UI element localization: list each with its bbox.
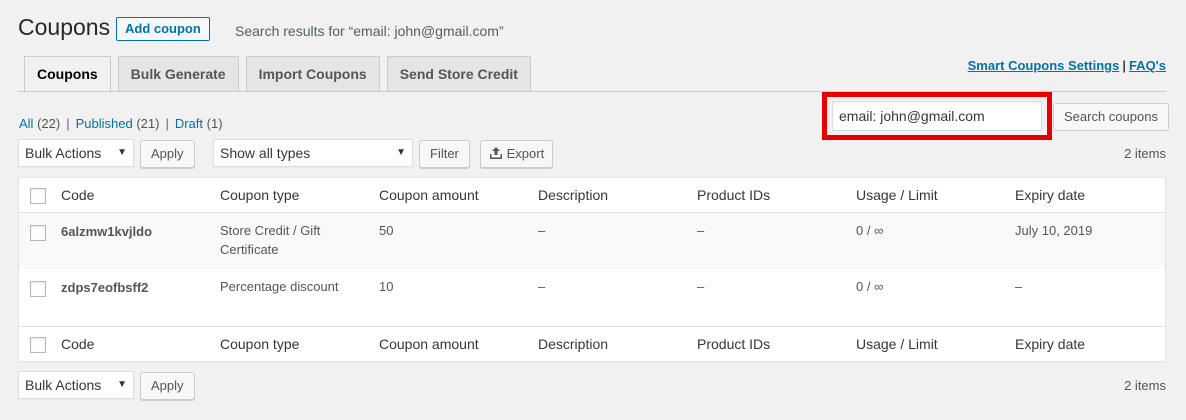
filter-separator: | bbox=[165, 116, 169, 131]
published-count: (21) bbox=[136, 116, 160, 131]
items-count-top: 2 items bbox=[1124, 146, 1166, 161]
coupon-type: Percentage discount bbox=[220, 277, 339, 296]
apply-button-bottom[interactable]: Apply bbox=[140, 372, 195, 400]
chevron-down-icon: ▼ bbox=[396, 147, 406, 158]
column-product-ids: Product IDs bbox=[697, 336, 771, 352]
product-ids: – bbox=[697, 279, 705, 294]
bulk-actions-value: Bulk Actions bbox=[25, 145, 102, 161]
items-count-bottom: 2 items bbox=[1124, 378, 1166, 393]
table-header-row: Code Coupon type Coupon amount Descripti… bbox=[19, 178, 1165, 213]
filter-button[interactable]: Filter bbox=[419, 140, 470, 168]
usage-limit: 0 / ∞ bbox=[856, 279, 884, 294]
column-coupon-amount: Coupon amount bbox=[379, 187, 479, 203]
chevron-down-icon: ▼ bbox=[117, 379, 127, 390]
coupon-amount: 10 bbox=[379, 279, 394, 294]
column-product-ids: Product IDs bbox=[697, 187, 771, 203]
column-coupon-type: Coupon type bbox=[220, 336, 300, 352]
expiry-date: – bbox=[1015, 279, 1023, 294]
coupon-description: – bbox=[538, 223, 546, 238]
coupons-table: Code Coupon type Coupon amount Descripti… bbox=[18, 177, 1166, 362]
search-input[interactable]: email: john@gmail.com bbox=[832, 101, 1042, 131]
filter-separator: | bbox=[66, 116, 70, 131]
search-results-subtitle: Search results for “email: john@gmail.co… bbox=[235, 23, 504, 39]
tab-import-coupons[interactable]: Import Coupons bbox=[245, 56, 380, 92]
product-ids: – bbox=[697, 223, 705, 238]
export-icon bbox=[489, 143, 503, 169]
coupon-description: – bbox=[538, 279, 546, 294]
coupon-type-select[interactable]: Show all types ▼ bbox=[213, 139, 413, 167]
export-button[interactable]: Export bbox=[480, 140, 554, 169]
coupon-amount: 50 bbox=[379, 223, 394, 238]
column-description: Description bbox=[538, 187, 609, 203]
smart-coupons-settings-link[interactable]: Smart Coupons Settings bbox=[968, 58, 1120, 73]
coupon-type-line: Store Credit / Gift bbox=[220, 223, 321, 238]
chevron-down-icon: ▼ bbox=[117, 147, 127, 158]
coupon-type-line: Percentage discount bbox=[220, 279, 339, 294]
coupon-code-link[interactable]: 6alzmw1kvjldo bbox=[61, 222, 152, 241]
status-filter-links: All (22) | Published (21) | Draft (1) bbox=[19, 116, 223, 131]
select-all-checkbox[interactable] bbox=[30, 188, 46, 204]
coupon-type-value: Show all types bbox=[220, 145, 311, 161]
top-links: Smart Coupons Settings | FAQ's bbox=[968, 58, 1166, 73]
search-coupons-button[interactable]: Search coupons bbox=[1053, 103, 1169, 131]
all-count: (22) bbox=[37, 116, 61, 131]
expiry-date: July 10, 2019 bbox=[1015, 223, 1093, 238]
filter-published-link[interactable]: Published bbox=[76, 116, 133, 131]
bulk-actions-value: Bulk Actions bbox=[25, 377, 102, 393]
filter-draft-link[interactable]: Draft bbox=[175, 116, 203, 131]
column-description: Description bbox=[538, 336, 609, 352]
usage-limit: 0 / ∞ bbox=[856, 223, 884, 238]
column-coupon-type: Coupon type bbox=[220, 187, 300, 203]
column-usage-limit: Usage / Limit bbox=[856, 336, 938, 352]
tab-coupons[interactable]: Coupons bbox=[24, 56, 111, 93]
draft-count: (1) bbox=[206, 116, 223, 131]
row-checkbox[interactable] bbox=[30, 281, 46, 297]
table-row: zdps7eofbsff2 Percentage discount 10 – –… bbox=[19, 269, 1165, 326]
bulk-actions-select-bottom[interactable]: Bulk Actions ▼ bbox=[18, 371, 134, 399]
tab-bulk-generate[interactable]: Bulk Generate bbox=[117, 56, 239, 92]
coupon-type-line: Certificate bbox=[220, 242, 279, 257]
apply-button-top[interactable]: Apply bbox=[140, 140, 195, 168]
column-code[interactable]: Code bbox=[61, 336, 94, 352]
table-footer-row: Code Coupon type Coupon amount Descripti… bbox=[19, 326, 1165, 361]
column-expiry-date[interactable]: Expiry date bbox=[1015, 336, 1085, 352]
bulk-actions-select-top[interactable]: Bulk Actions ▼ bbox=[18, 139, 134, 167]
faq-link[interactable]: FAQ's bbox=[1129, 58, 1166, 73]
table-row: 6alzmw1kvjldo Store Credit / Gift Certif… bbox=[19, 213, 1165, 269]
select-all-checkbox[interactable] bbox=[30, 337, 46, 353]
add-coupon-button[interactable]: Add coupon bbox=[116, 17, 210, 41]
column-coupon-amount: Coupon amount bbox=[379, 336, 479, 352]
column-expiry-date[interactable]: Expiry date bbox=[1015, 187, 1085, 203]
link-separator: | bbox=[1122, 58, 1126, 73]
export-label: Export bbox=[506, 146, 545, 161]
filter-all-link[interactable]: All bbox=[19, 116, 33, 131]
tab-send-store-credit[interactable]: Send Store Credit bbox=[386, 56, 531, 92]
coupon-type: Store Credit / Gift Certificate bbox=[220, 221, 320, 259]
row-checkbox[interactable] bbox=[30, 225, 46, 241]
column-code[interactable]: Code bbox=[61, 187, 94, 203]
page-title: Coupons bbox=[18, 14, 111, 40]
column-usage-limit: Usage / Limit bbox=[856, 187, 938, 203]
tab-bar: Coupons Bulk Generate Import Coupons Sen… bbox=[24, 56, 538, 93]
coupon-code-link[interactable]: zdps7eofbsff2 bbox=[61, 278, 148, 297]
